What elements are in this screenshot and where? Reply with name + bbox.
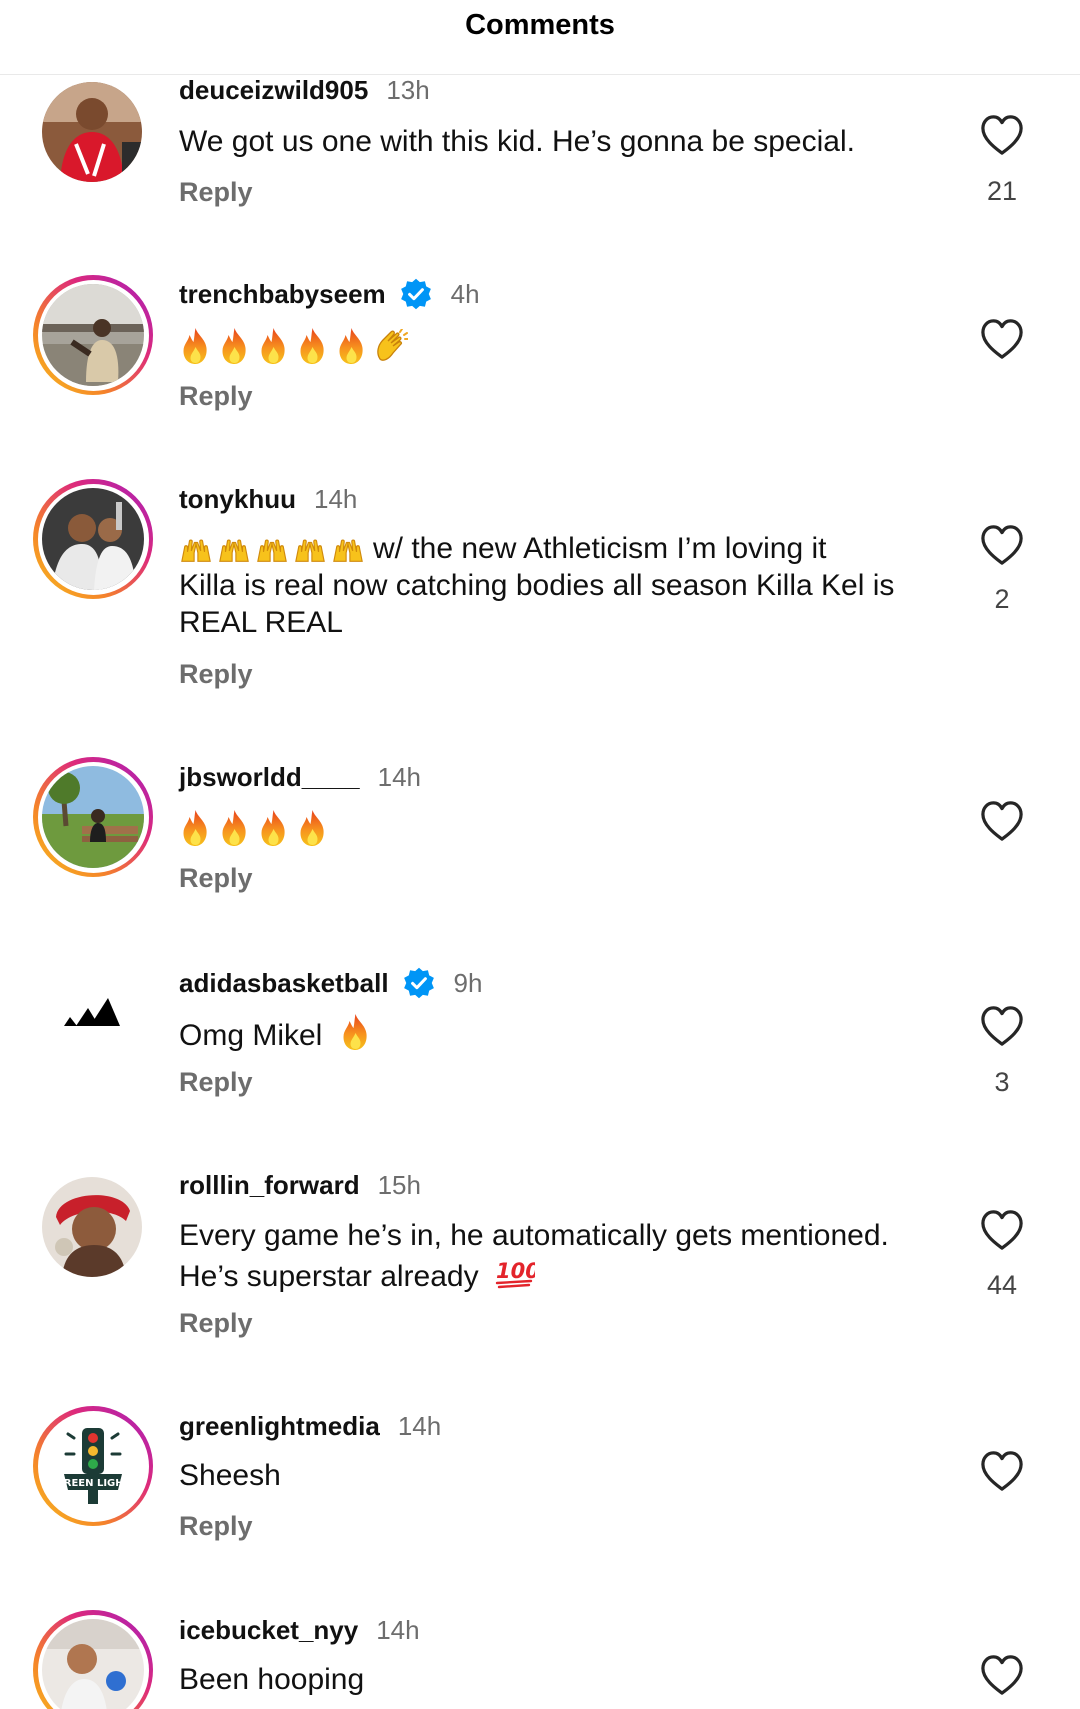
fire-emoji xyxy=(179,809,329,847)
reply-button[interactable]: Reply xyxy=(179,177,253,208)
avatar[interactable] xyxy=(33,479,153,599)
heart-outline-icon[interactable] xyxy=(979,800,1025,842)
avatar[interactable] xyxy=(40,80,144,184)
heart-outline-icon[interactable] xyxy=(979,524,1025,566)
verified-badge-icon xyxy=(402,966,436,1000)
comment-timestamp: 14h xyxy=(376,1615,420,1645)
comment-text: Sheesh xyxy=(179,1459,281,1492)
comment-text xyxy=(179,808,939,847)
comment-username[interactable]: jbsworldd____ xyxy=(179,762,360,793)
reply-button[interactable]: Reply xyxy=(179,863,253,894)
comments-header: Comments xyxy=(0,0,1080,75)
avatar[interactable] xyxy=(40,960,144,1064)
comment-text: w/ the new Athleticism I’m loving it Kil… xyxy=(179,532,895,639)
greenlight-logo-icon: GREEN LIGHT xyxy=(58,1428,128,1504)
avatar[interactable] xyxy=(33,757,153,877)
like-count: 44 xyxy=(986,1270,1018,1300)
heart-outline-icon[interactable] xyxy=(979,1005,1025,1047)
reply-button[interactable]: Reply xyxy=(179,381,253,412)
fire-emoji xyxy=(339,1013,372,1051)
svg-text:100: 100 xyxy=(496,1259,535,1283)
like-count: 2 xyxy=(994,584,1010,614)
svg-text:GREEN LIGHT: GREEN LIGHT xyxy=(58,1478,128,1489)
avatar[interactable] xyxy=(40,1175,144,1279)
reply-button[interactable]: Reply xyxy=(179,1511,253,1542)
comment-timestamp: 13h xyxy=(386,75,430,105)
reply-button[interactable]: Reply xyxy=(179,659,253,690)
like-count: 21 xyxy=(986,176,1018,206)
comment-timestamp: 14h xyxy=(377,762,422,792)
adidas-logo-icon xyxy=(64,998,120,1026)
comment-timestamp: 9h xyxy=(453,967,483,998)
heart-outline-icon[interactable] xyxy=(979,114,1025,156)
reply-button[interactable]: Reply xyxy=(179,1308,253,1339)
avatar[interactable]: GREEN LIGHT xyxy=(33,1406,153,1526)
comment-text xyxy=(179,326,939,365)
comment-timestamp: 15h xyxy=(377,1170,421,1200)
comment-username[interactable]: tonykhuu xyxy=(179,484,296,515)
page-title: Comments xyxy=(465,9,615,41)
hundred-points-emoji: 100 xyxy=(495,1259,535,1289)
comment-timestamp: 14h xyxy=(314,484,358,514)
raised-hands-emoji xyxy=(179,535,365,565)
comment-text: Every game he’s in, he automatically get… xyxy=(179,1219,889,1293)
reply-button[interactable]: Reply xyxy=(179,1067,253,1098)
comment-timestamp: 4h xyxy=(450,278,480,309)
verified-badge-icon xyxy=(399,277,433,311)
heart-outline-icon[interactable] xyxy=(979,1654,1025,1696)
heart-outline-icon[interactable] xyxy=(979,1209,1025,1251)
comment-username[interactable]: deuceizwild905 xyxy=(179,75,368,106)
avatar[interactable] xyxy=(33,1610,153,1709)
heart-outline-icon[interactable] xyxy=(979,1450,1025,1492)
clapping-hands-emoji xyxy=(374,329,408,363)
comment-username[interactable]: rolllin_forward xyxy=(179,1170,360,1201)
comment-text: Omg Mikel xyxy=(179,1013,939,1054)
comment-username[interactable]: trenchbabyseem xyxy=(179,279,386,310)
comment-text: Been hooping xyxy=(179,1663,365,1696)
comment-username[interactable]: adidasbasketball xyxy=(179,968,389,999)
avatar[interactable] xyxy=(33,275,153,395)
comment-username[interactable]: icebucket_nyy xyxy=(179,1615,358,1646)
heart-outline-icon[interactable] xyxy=(979,318,1025,360)
comment-text: We got us one with this kid. He’s gonna … xyxy=(179,125,855,158)
comments-sheet: Comments deuceizwild905 13h We got us on… xyxy=(0,0,1080,1709)
comment-username[interactable]: greenlightmedia xyxy=(179,1411,380,1442)
comment-timestamp: 14h xyxy=(397,1411,442,1441)
fire-emoji xyxy=(179,327,408,365)
like-count: 3 xyxy=(994,1067,1010,1097)
